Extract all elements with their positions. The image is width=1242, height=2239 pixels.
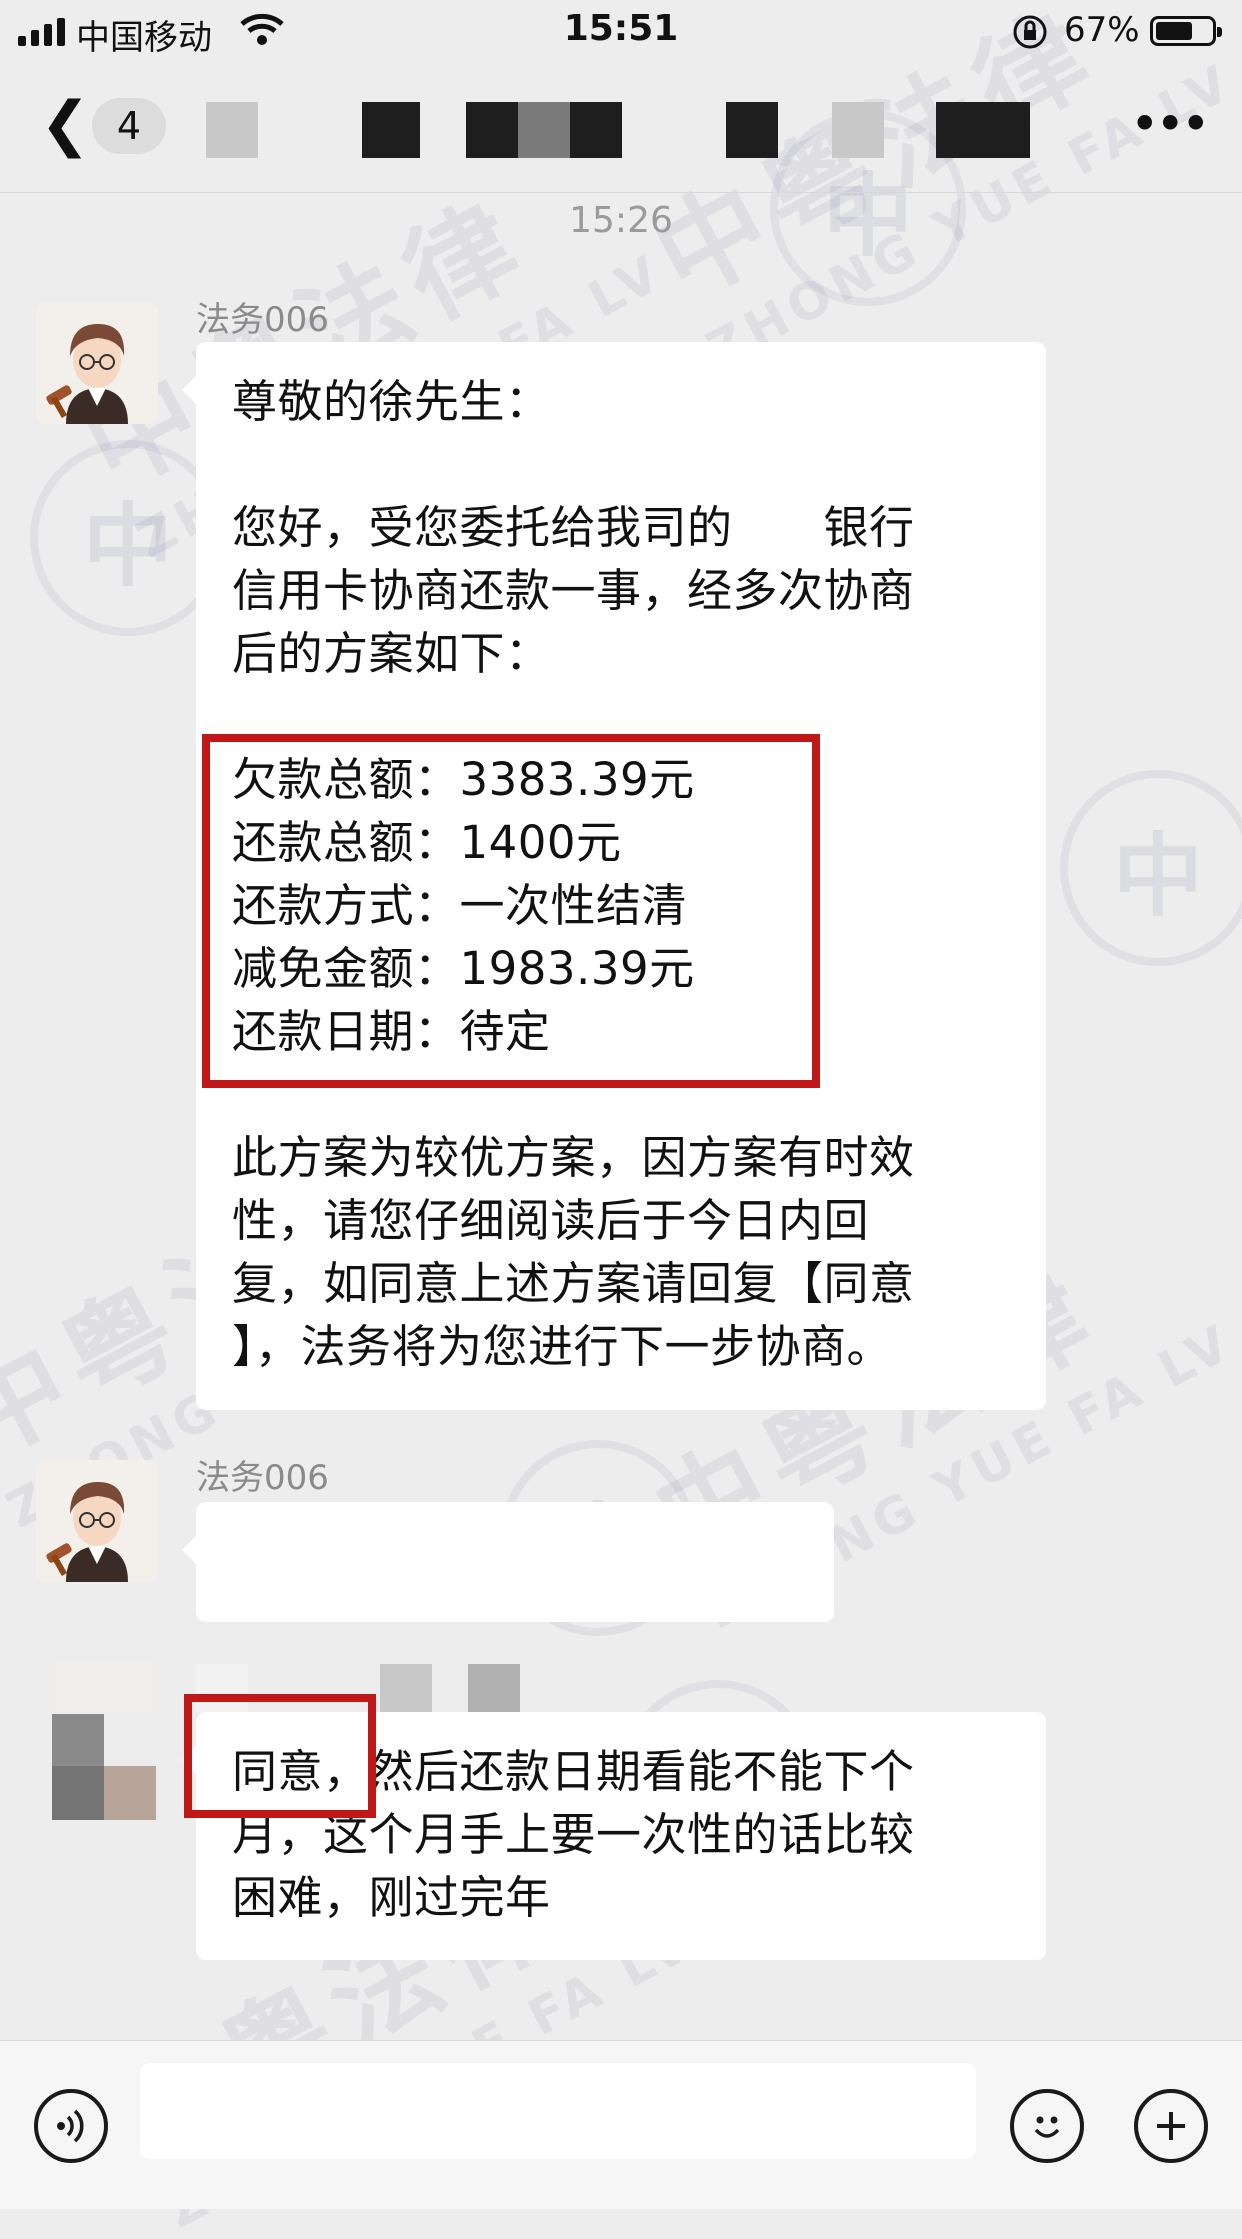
avatar-redacted[interactable]	[52, 1660, 156, 1820]
watermark-seal: 中	[1060, 770, 1242, 966]
chat-header: ❮ 4 •••	[0, 64, 1242, 193]
plan-line: 还款日期：待定	[232, 1005, 551, 1058]
message-line: 同意，然后还款日期看能不能下个	[232, 1745, 915, 1798]
status-bar: 中国移动 15:51 67%	[0, 0, 1242, 64]
message-bubble[interactable]: 同意，然后还款日期看能不能下个 月，这个月手上要一次性的话比较 困难，刚过完年	[182, 1712, 1046, 1960]
message-line: 尊敬的徐先生：	[232, 375, 551, 428]
battery-percent: 67%	[1064, 10, 1140, 50]
plan-line: 欠款总额：3383.39元	[232, 753, 695, 806]
message-line: 困难，刚过完年	[232, 1871, 551, 1924]
avatar[interactable]	[36, 1460, 158, 1582]
message-line: 后的方案如下：	[232, 627, 551, 680]
message-line: 性，请您仔细阅读后于今日内回	[232, 1194, 870, 1247]
message-text: 尊敬的徐先生： 您好，受您委托给我司的 银行 信用卡协商还款一事，经多次协商 后…	[232, 370, 1010, 1378]
orientation-lock-icon	[1010, 12, 1050, 60]
status-time: 15:51	[563, 8, 679, 49]
message-bubble-redacted[interactable]	[182, 1502, 834, 1622]
chat-input-bar	[0, 2040, 1242, 2209]
message-input[interactable]	[140, 2063, 976, 2159]
avatar[interactable]	[36, 302, 158, 424]
message-line: 信用卡协商还款一事，经多次协商	[232, 564, 915, 617]
plan-line: 还款方式：一次性结清	[232, 879, 688, 932]
message-line: 月，这个月手上要一次性的话比较	[232, 1808, 915, 1861]
voice-icon[interactable]	[34, 2089, 108, 2163]
chevron-left-icon[interactable]: ❮	[40, 94, 90, 154]
plan-line: 还款总额：1400元	[232, 816, 622, 869]
emoji-icon[interactable]	[1010, 2089, 1084, 2163]
plan-line: 减免金额：1983.39元	[232, 942, 695, 995]
message-line: 此方案为较优方案，因方案有时效	[232, 1131, 915, 1184]
unread-count-badge[interactable]: 4	[92, 98, 166, 154]
message-line: 您好，受您委托给我司的 银行	[232, 501, 915, 554]
sender-name: 法务006	[196, 1458, 329, 1498]
sender-name: 法务006	[196, 300, 329, 340]
message-line: 】，法务将为您进行下一步协商。	[232, 1320, 893, 1373]
message-timestamp: 15:26	[569, 200, 673, 241]
battery-icon	[1150, 16, 1222, 46]
sender-name-redacted	[196, 1664, 556, 1712]
message-text: 同意，然后还款日期看能不能下个 月，这个月手上要一次性的话比较 困难，刚过完年	[232, 1740, 1010, 1929]
message-line: 复，如同意上述方案请回复【同意	[232, 1257, 915, 1310]
more-icon[interactable]: •••	[1130, 99, 1211, 149]
message-bubble[interactable]: 尊敬的徐先生： 您好，受您委托给我司的 银行 信用卡协商还款一事，经多次协商 后…	[182, 342, 1046, 1410]
plus-icon[interactable]	[1134, 2089, 1208, 2163]
